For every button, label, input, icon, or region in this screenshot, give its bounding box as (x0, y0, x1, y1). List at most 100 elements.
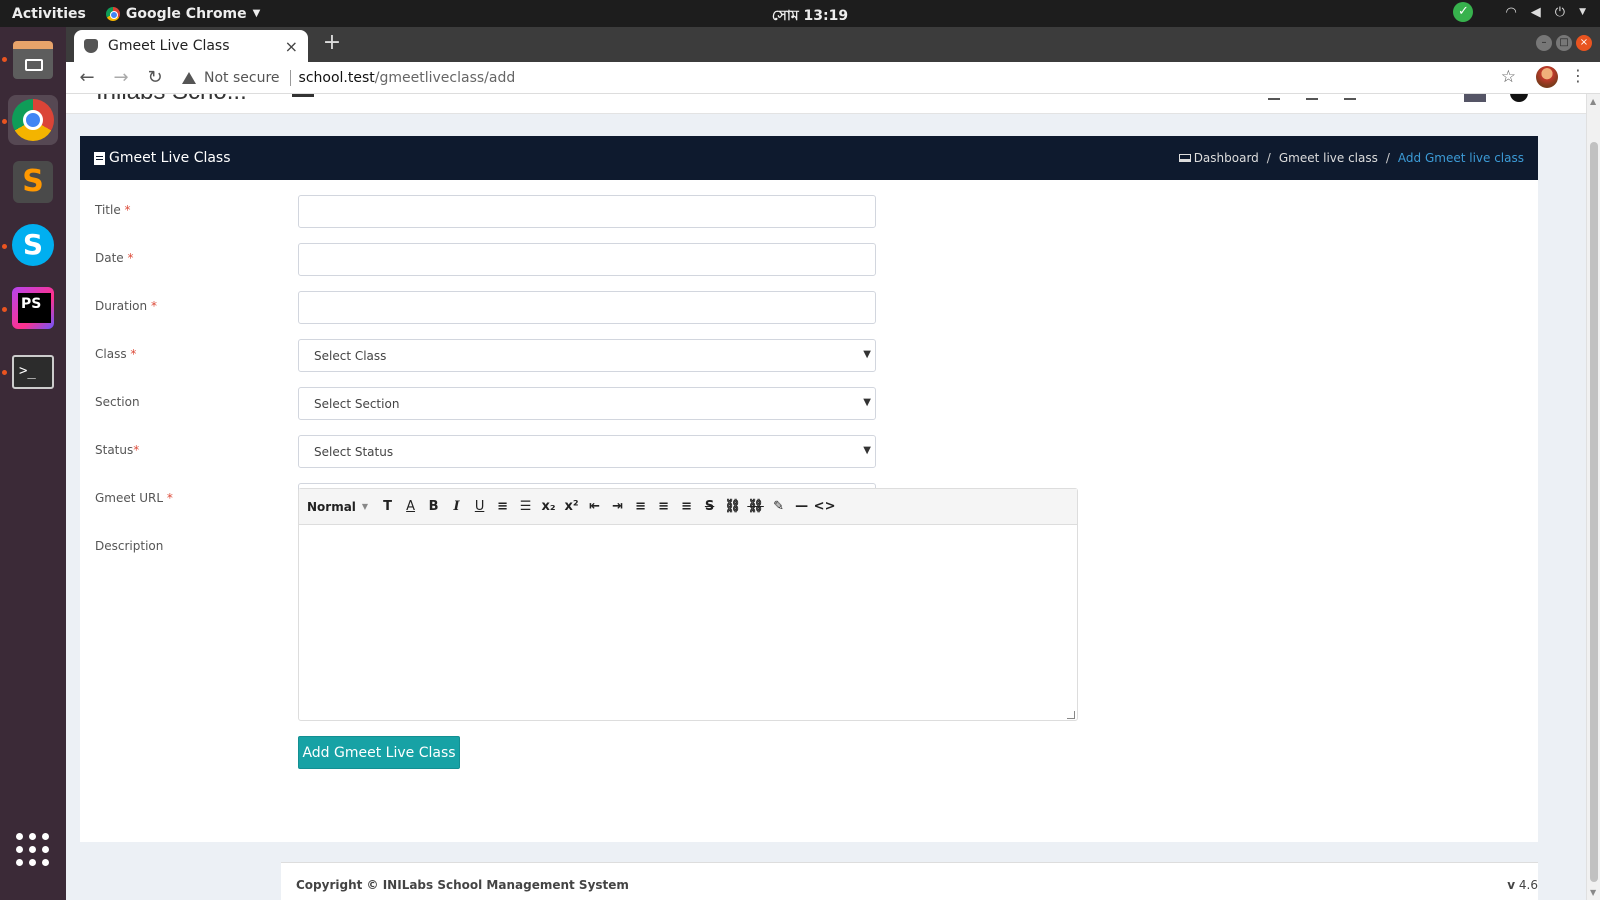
dock-phpstorm[interactable] (8, 283, 58, 333)
volume-icon[interactable]: ◀ (1531, 5, 1541, 20)
chevron-down-icon: ▼ (863, 445, 871, 456)
add-gmeet-live-class-button[interactable]: Add Gmeet Live Class (298, 736, 460, 769)
dock-terminal[interactable]: >_ (8, 347, 58, 397)
outdent-icon[interactable]: ⇤ (583, 499, 606, 514)
wifi-icon[interactable]: ◠ (1505, 5, 1516, 20)
check-icon[interactable]: ✓ (1453, 2, 1474, 22)
description-label: Description (95, 539, 164, 553)
ordered-list-icon[interactable]: ≡ (491, 499, 514, 514)
status-select[interactable]: Select Status ▼ (298, 435, 876, 468)
tab-strip: Gmeet Live Class × + – □ × (66, 27, 1600, 62)
duration-input[interactable] (298, 291, 876, 324)
close-icon[interactable]: × (285, 37, 298, 56)
document-icon (94, 151, 105, 165)
dock-skype[interactable]: S (8, 220, 58, 270)
not-secure-label[interactable]: Not secure (204, 70, 280, 86)
maximize-icon[interactable]: □ (1556, 35, 1572, 51)
terminal-icon: >_ (12, 355, 54, 389)
chevron-icon[interactable] (1344, 94, 1356, 100)
show-applications-icon[interactable] (16, 833, 50, 867)
caret-down-icon: ▼ (361, 502, 369, 511)
align-right-icon[interactable]: ≡ (675, 499, 698, 514)
breadcrumb-dashboard[interactable]: Dashboard (1178, 151, 1259, 165)
profile-avatar[interactable] (1536, 66, 1558, 88)
bell-icon[interactable] (1268, 94, 1280, 100)
running-indicator (2, 307, 7, 312)
panel-title-text: Gmeet Live Class (109, 150, 231, 166)
page-scrollbar[interactable]: ▲ ▼ (1586, 94, 1600, 900)
bold-icon[interactable]: B (422, 499, 445, 514)
indent-icon[interactable]: ⇥ (606, 499, 629, 514)
date-input[interactable] (298, 243, 876, 276)
content-panel: Gmeet Live Class Dashboard / Gmeet live … (80, 136, 1538, 842)
breadcrumb-gmeet-live-class[interactable]: Gmeet live class (1279, 151, 1378, 165)
warning-icon (182, 71, 196, 84)
form-row-section: Section Select Section ▼ (80, 387, 1538, 421)
reload-icon[interactable]: ↻ (142, 65, 168, 91)
new-tab-button[interactable]: + (320, 31, 344, 55)
activities-button[interactable]: Activities (12, 6, 86, 22)
horizontal-rule-icon[interactable]: — (790, 499, 813, 514)
star-icon[interactable]: ☆ (1501, 67, 1516, 87)
eraser-icon[interactable]: ✎ (767, 499, 790, 514)
class-select-value: Select Class (314, 348, 387, 363)
chrome-icon (105, 6, 120, 21)
underline-icon[interactable]: U (468, 499, 491, 514)
class-select[interactable]: Select Class ▼ (298, 339, 876, 372)
envelope-icon[interactable] (1306, 94, 1318, 100)
align-center-icon[interactable]: ≡ (652, 499, 675, 514)
minimize-icon[interactable]: – (1536, 35, 1552, 51)
form-row-date: Date * (80, 243, 1538, 277)
unordered-list-icon[interactable]: ☰ (514, 499, 537, 514)
back-arrow-icon[interactable]: ← (74, 65, 100, 91)
panel-header: Gmeet Live Class Dashboard / Gmeet live … (80, 136, 1538, 180)
date-label: Date * (95, 251, 134, 265)
scrollbar-thumb[interactable] (1590, 142, 1598, 882)
url-path: /gmeetliveclass/add (374, 69, 516, 86)
link-icon[interactable]: ⛓ (721, 499, 744, 514)
user-avatar[interactable] (1510, 94, 1528, 102)
editor-toolbar: Normal ▼ T A B I U ≡ ☰ x₂ x² ⇤ ⇥ ≡ ≡ ≡ S (299, 489, 1077, 525)
title-label: Title * (95, 203, 131, 217)
strikethrough-icon[interactable]: S (698, 499, 721, 514)
title-input[interactable] (298, 195, 876, 228)
app-brand[interactable]: Inilabs Scho... (96, 94, 247, 106)
scroll-up-arrow-icon[interactable]: ▲ (1590, 97, 1596, 106)
dock-chrome[interactable] (8, 95, 58, 145)
chevron-down-icon[interactable]: ▼ (1579, 7, 1586, 17)
power-icon[interactable]: ⏻ (1555, 5, 1565, 20)
unlink-icon[interactable]: ⛓ (744, 499, 767, 514)
version-text: v 4.6 (1507, 878, 1538, 892)
dock-sublime[interactable]: S (8, 157, 58, 207)
subscript-icon[interactable]: x₂ (537, 499, 560, 514)
app-header: Inilabs Scho... (66, 94, 1586, 114)
superscript-icon[interactable]: x² (560, 499, 583, 514)
section-select[interactable]: Select Section ▼ (298, 387, 876, 420)
hamburger-icon[interactable] (292, 94, 314, 97)
resize-handle-icon[interactable] (1067, 711, 1075, 719)
scroll-down-arrow-icon[interactable]: ▼ (1590, 888, 1596, 897)
forward-arrow-icon[interactable]: → (108, 65, 134, 91)
dock-files[interactable] (8, 35, 58, 85)
breadcrumb: Dashboard / Gmeet live class / Add Gmeet… (1178, 136, 1524, 180)
font-color-icon[interactable]: A (399, 499, 422, 514)
italic-icon[interactable]: I (445, 499, 468, 514)
align-left-icon[interactable]: ≡ (629, 499, 652, 514)
gmeet-url-label: Gmeet URL * (95, 491, 173, 505)
font-size-icon[interactable]: T (376, 499, 399, 514)
editor-text-area[interactable] (299, 525, 1077, 721)
code-icon[interactable]: <> (813, 499, 836, 514)
kebab-menu-icon[interactable]: ⋮ (1570, 66, 1586, 85)
description-editor: Normal ▼ T A B I U ≡ ☰ x₂ x² ⇤ ⇥ ≡ ≡ ≡ S (298, 488, 1078, 721)
running-indicator (2, 57, 7, 62)
close-icon[interactable]: × (1576, 35, 1592, 51)
flag-avatar[interactable] (1464, 94, 1486, 102)
section-label: Section (95, 395, 140, 409)
clock[interactable]: সোম 13:19 (760, 4, 860, 28)
app-menu[interactable]: Google Chrome ▼ (105, 6, 260, 22)
address-bar[interactable]: Not secure school.test/gmeetliveclass/ad… (182, 64, 1482, 92)
browser-toolbar: ← → ↻ Not secure school.test/gmeetlivecl… (66, 62, 1600, 94)
running-indicator (2, 244, 7, 249)
tab-gmeet-live-class[interactable]: Gmeet Live Class × (74, 30, 308, 62)
editor-style-select[interactable]: Normal (307, 500, 356, 514)
